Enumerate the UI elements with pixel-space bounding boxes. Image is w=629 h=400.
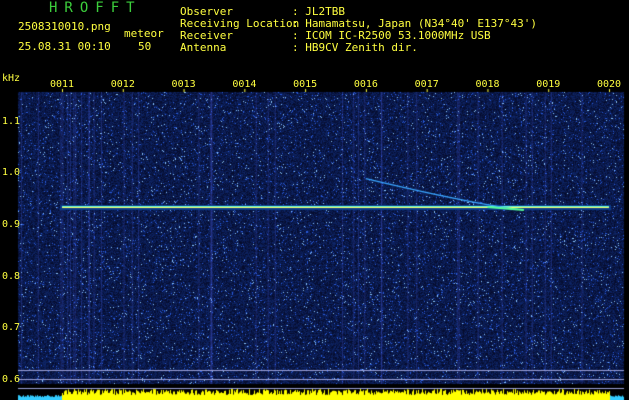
filename-label: 2508310010.png (18, 20, 111, 33)
x-tick-label: 0020 (597, 79, 622, 90)
antenna-value: : HB9CV Zenith dir. (292, 41, 418, 54)
x-tick-label: 0014 (232, 79, 257, 90)
x-tick-label: 0019 (536, 79, 561, 90)
x-tick-label: 0016 (353, 79, 378, 90)
count-label: 50 (138, 40, 152, 53)
x-tick-label: 0017 (414, 79, 439, 90)
x-tick-label: 0012 (110, 79, 135, 90)
x-tick-label: 0015 (293, 79, 318, 90)
y-tick-label: 1.0 (2, 167, 21, 179)
y-tick-label: 0.8 (2, 270, 21, 282)
y-axis-unit: kHz (2, 73, 21, 84)
x-tick-label: 0013 (171, 79, 196, 90)
x-tick-label: 0018 (475, 79, 500, 90)
x-tick-label: 0011 (50, 79, 75, 90)
mode-label: meteor (124, 27, 164, 40)
app-brand: HROFFT (49, 0, 142, 16)
y-tick-label: 0.7 (2, 322, 21, 334)
antenna-label: Antenna (180, 41, 227, 54)
spectrogram-plot (0, 0, 629, 400)
y-tick-label: 0.9 (2, 219, 21, 231)
y-tick-label: 1.1 (2, 115, 21, 127)
y-tick-label: 0.6 (2, 374, 21, 385)
datetime-label: 25.08.31 00:10 (18, 40, 111, 53)
